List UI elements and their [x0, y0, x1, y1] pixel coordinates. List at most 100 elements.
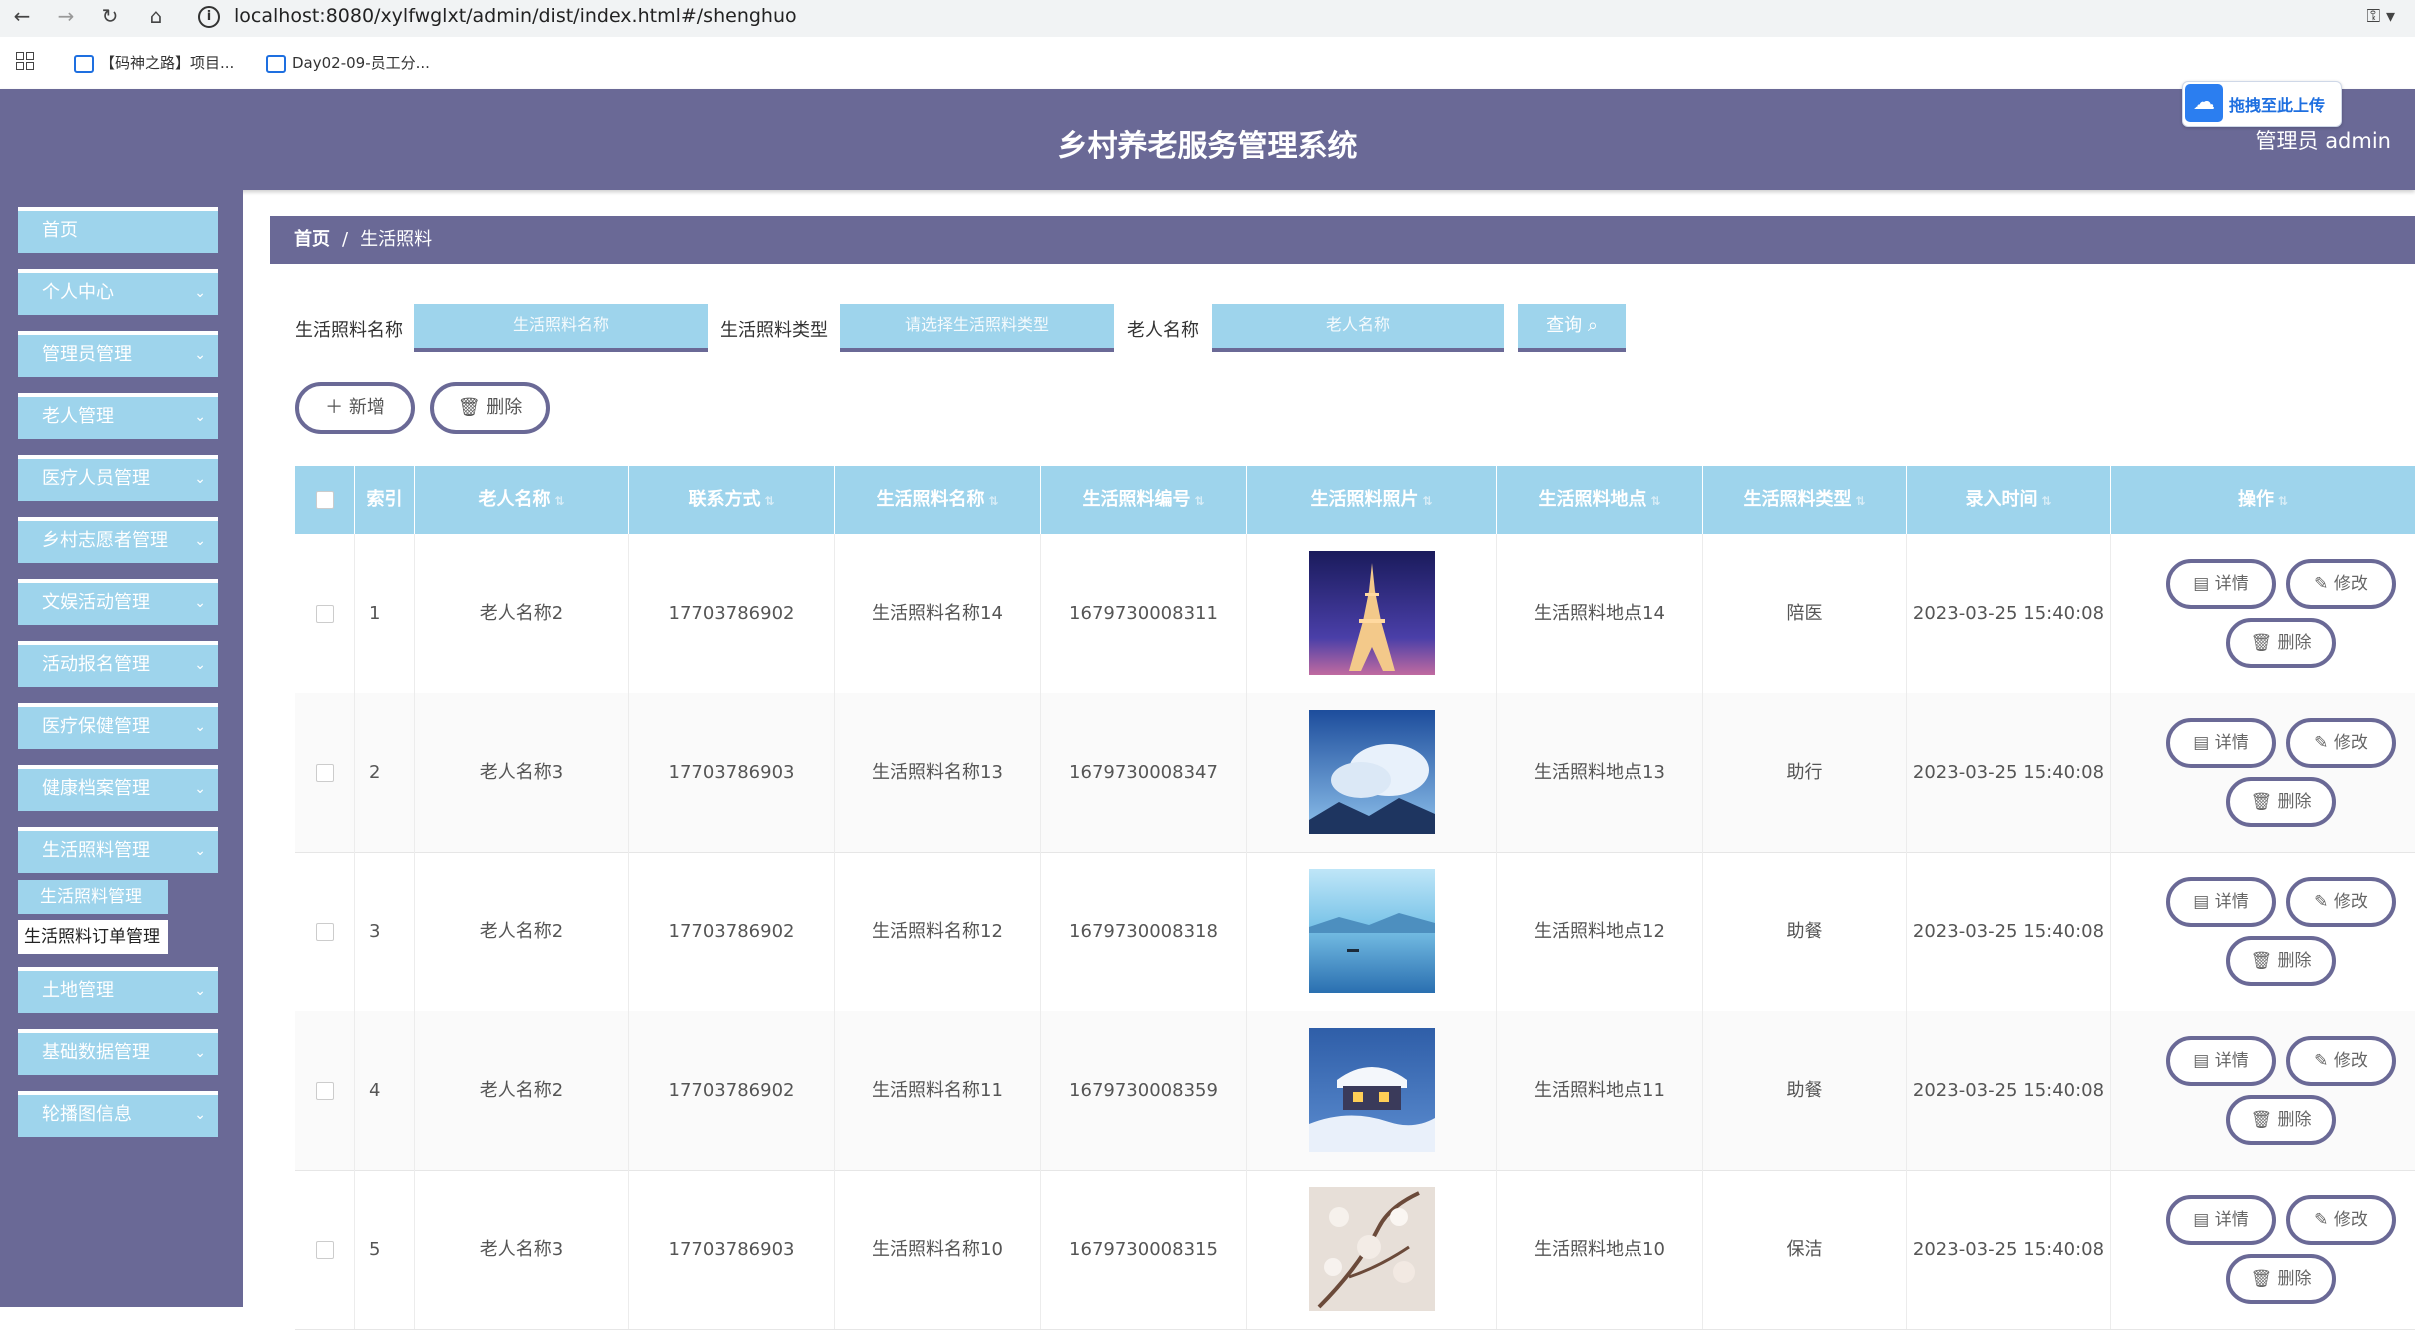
sidebar-item[interactable]: 土地管理 ⌄: [18, 967, 218, 1013]
sidebar-item[interactable]: 首页: [18, 207, 218, 253]
bookmark-1[interactable]: 【码神之路】项目...: [74, 52, 234, 73]
table-row[interactable]: 5 老人名称3 17703786903 生活照料名称10 1679730008315 生活…: [295, 1170, 2415, 1330]
current-user[interactable]: 管理员 admin: [2256, 125, 2391, 155]
cell-time: 2023-03-25 15:40:08: [1907, 1170, 2111, 1329]
sidebar-item[interactable]: 个人中心 ⌄: [18, 269, 218, 315]
name-search-input[interactable]: [414, 304, 708, 352]
table-row[interactable]: 3 老人名称2 17703786902 生活照料名称12 1679730008318 生活…: [295, 852, 2415, 1012]
sidebar-item[interactable]: 文娱活动管理 ⌄: [18, 579, 218, 625]
detail-button[interactable]: ▤ 详情: [2166, 877, 2276, 927]
cell-elder: 老人名称2: [415, 1011, 629, 1170]
table-row[interactable]: 4 老人名称2 17703786902 生活照料名称11 1679730008359 生活…: [295, 1011, 2415, 1171]
query-button[interactable]: 查询 ⌕: [1518, 304, 1626, 352]
row-checkbox-cell[interactable]: [295, 1011, 355, 1170]
table-row[interactable]: 1 老人名称2 17703786902 生活照料名称14 1679730008311 生活…: [295, 534, 2415, 694]
reload-icon[interactable]: ↻: [96, 4, 124, 28]
sidebar-item[interactable]: 医疗人员管理 ⌄: [18, 455, 218, 501]
photo-thumbnail[interactable]: [1309, 710, 1435, 834]
password-key-icon[interactable]: ⚿ ▾: [2367, 6, 2395, 27]
delete-button[interactable]: 🗑 删除: [2226, 618, 2336, 668]
add-button[interactable]: ＋ 新增: [295, 382, 415, 434]
sidebar-item[interactable]: 健康档案管理 ⌄: [18, 765, 218, 811]
cell-actions: ▤ 详情 ✎ 修改 🗑 删除: [2111, 1170, 2415, 1329]
detail-button[interactable]: ▤ 详情: [2166, 1036, 2276, 1086]
submenu-item-shenghuo-order[interactable]: 生活照料订单管理: [18, 920, 168, 954]
table-row[interactable]: 2 老人名称3 17703786903 生活照料名称13 1679730008347 生活…: [295, 693, 2415, 853]
select-all-checkbox[interactable]: [315, 491, 334, 509]
elder-search-input[interactable]: [1212, 304, 1504, 352]
photo-thumbnail[interactable]: [1309, 1028, 1435, 1152]
site-info-icon[interactable]: i: [198, 6, 220, 28]
sidebar-item[interactable]: 老人管理 ⌄: [18, 393, 218, 439]
sidebar-item[interactable]: 生活照料管理 ⌄: [18, 827, 218, 873]
photo-thumbnail[interactable]: [1309, 1187, 1435, 1311]
delete-button[interactable]: 🗑 删除: [2226, 1254, 2336, 1304]
col-time[interactable]: 录入时间 ⇅: [1907, 466, 2111, 534]
col-name[interactable]: 生活照料名称 ⇅: [835, 466, 1041, 534]
col-actions: 操作 ⇅: [2111, 466, 2415, 534]
row-checkbox[interactable]: [315, 1082, 334, 1100]
document-icon: ▤: [2193, 1210, 2215, 1230]
submenu-item-shenghuo[interactable]: 生活照料管理: [18, 880, 168, 914]
detail-button[interactable]: ▤ 详情: [2166, 559, 2276, 609]
cell-photo: [1247, 1170, 1497, 1329]
row-checkbox-cell[interactable]: [295, 1170, 355, 1329]
bookmark-2[interactable]: Day02-09-员工分...: [266, 52, 430, 73]
row-checkbox-cell[interactable]: [295, 534, 355, 693]
photo-thumbnail[interactable]: [1309, 551, 1435, 675]
sidebar-item[interactable]: 医疗保健管理 ⌄: [18, 703, 218, 749]
col-code[interactable]: 生活照料编号 ⇅: [1041, 466, 1247, 534]
bookmark-label: Day02-09-员工分...: [292, 54, 430, 72]
sort-icon: ⇅: [1650, 494, 1661, 508]
delete-button[interactable]: 🗑 删除: [2226, 1095, 2336, 1145]
col-place[interactable]: 生活照料地点 ⇅: [1497, 466, 1703, 534]
sidebar-item[interactable]: 基础数据管理 ⌄: [18, 1029, 218, 1075]
row-checkbox[interactable]: [315, 1241, 334, 1259]
detail-button[interactable]: ▤ 详情: [2166, 718, 2276, 768]
action-label: 修改: [2333, 892, 2368, 912]
col-phone[interactable]: 联系方式 ⇅: [629, 466, 835, 534]
sidebar-item[interactable]: 乡村志愿者管理 ⌄: [18, 517, 218, 563]
home-icon[interactable]: ⌂: [142, 4, 170, 28]
edit-button[interactable]: ✎ 修改: [2286, 1036, 2396, 1086]
upload-widget[interactable]: ☁ 拖拽至此上传: [2182, 81, 2342, 127]
col-photo[interactable]: 生活照料照片 ⇅: [1247, 466, 1497, 534]
row-checkbox-cell[interactable]: [295, 693, 355, 852]
apps-grid-icon[interactable]: [16, 52, 36, 72]
row-checkbox-cell[interactable]: [295, 852, 355, 1011]
forward-icon[interactable]: →: [52, 4, 80, 28]
cell-code: 1679730008311: [1041, 534, 1247, 693]
col-elder[interactable]: 老人名称 ⇅: [415, 466, 629, 534]
batch-delete-button[interactable]: 🗑 删除: [430, 382, 550, 434]
sidebar-item-label: 医疗保健管理: [42, 716, 150, 737]
breadcrumb-home[interactable]: 首页: [294, 229, 330, 250]
sidebar-item[interactable]: 管理员管理 ⌄: [18, 331, 218, 377]
delete-button[interactable]: 🗑 删除: [2226, 936, 2336, 986]
address-bar[interactable]: localhost:8080/xylfwglxt/admin/dist/inde…: [234, 5, 797, 27]
col-type[interactable]: 生活照料类型 ⇅: [1703, 466, 1907, 534]
row-checkbox[interactable]: [315, 923, 334, 941]
delete-button[interactable]: 🗑 删除: [2226, 777, 2336, 827]
cell-code: 1679730008359: [1041, 1011, 1247, 1170]
sidebar-item[interactable]: 轮播图信息 ⌄: [18, 1091, 218, 1137]
detail-button[interactable]: ▤ 详情: [2166, 1195, 2276, 1245]
edit-button[interactable]: ✎ 修改: [2286, 1195, 2396, 1245]
col-label: 操作: [2237, 489, 2274, 510]
row-checkbox[interactable]: [315, 605, 334, 623]
chevron-down-icon: ⌄: [194, 1045, 206, 1061]
edit-button[interactable]: ✎ 修改: [2286, 559, 2396, 609]
sidebar-item-label: 老人管理: [42, 406, 114, 427]
cell-name: 生活照料名称13: [835, 693, 1041, 852]
chevron-down-icon: ⌄: [194, 843, 206, 859]
cell-place: 生活照料地点10: [1497, 1170, 1703, 1329]
back-icon[interactable]: ←: [8, 4, 36, 28]
select-all-checkbox-cell[interactable]: [295, 466, 355, 534]
edit-button[interactable]: ✎ 修改: [2286, 718, 2396, 768]
row-checkbox[interactable]: [315, 764, 334, 782]
edit-button[interactable]: ✎ 修改: [2286, 877, 2396, 927]
type-select[interactable]: [840, 304, 1114, 352]
elder-search-label: 老人名称: [1127, 320, 1199, 341]
sidebar-item[interactable]: 活动报名管理 ⌄: [18, 641, 218, 687]
col-label: 联系方式: [688, 489, 761, 510]
photo-thumbnail[interactable]: [1309, 869, 1435, 993]
